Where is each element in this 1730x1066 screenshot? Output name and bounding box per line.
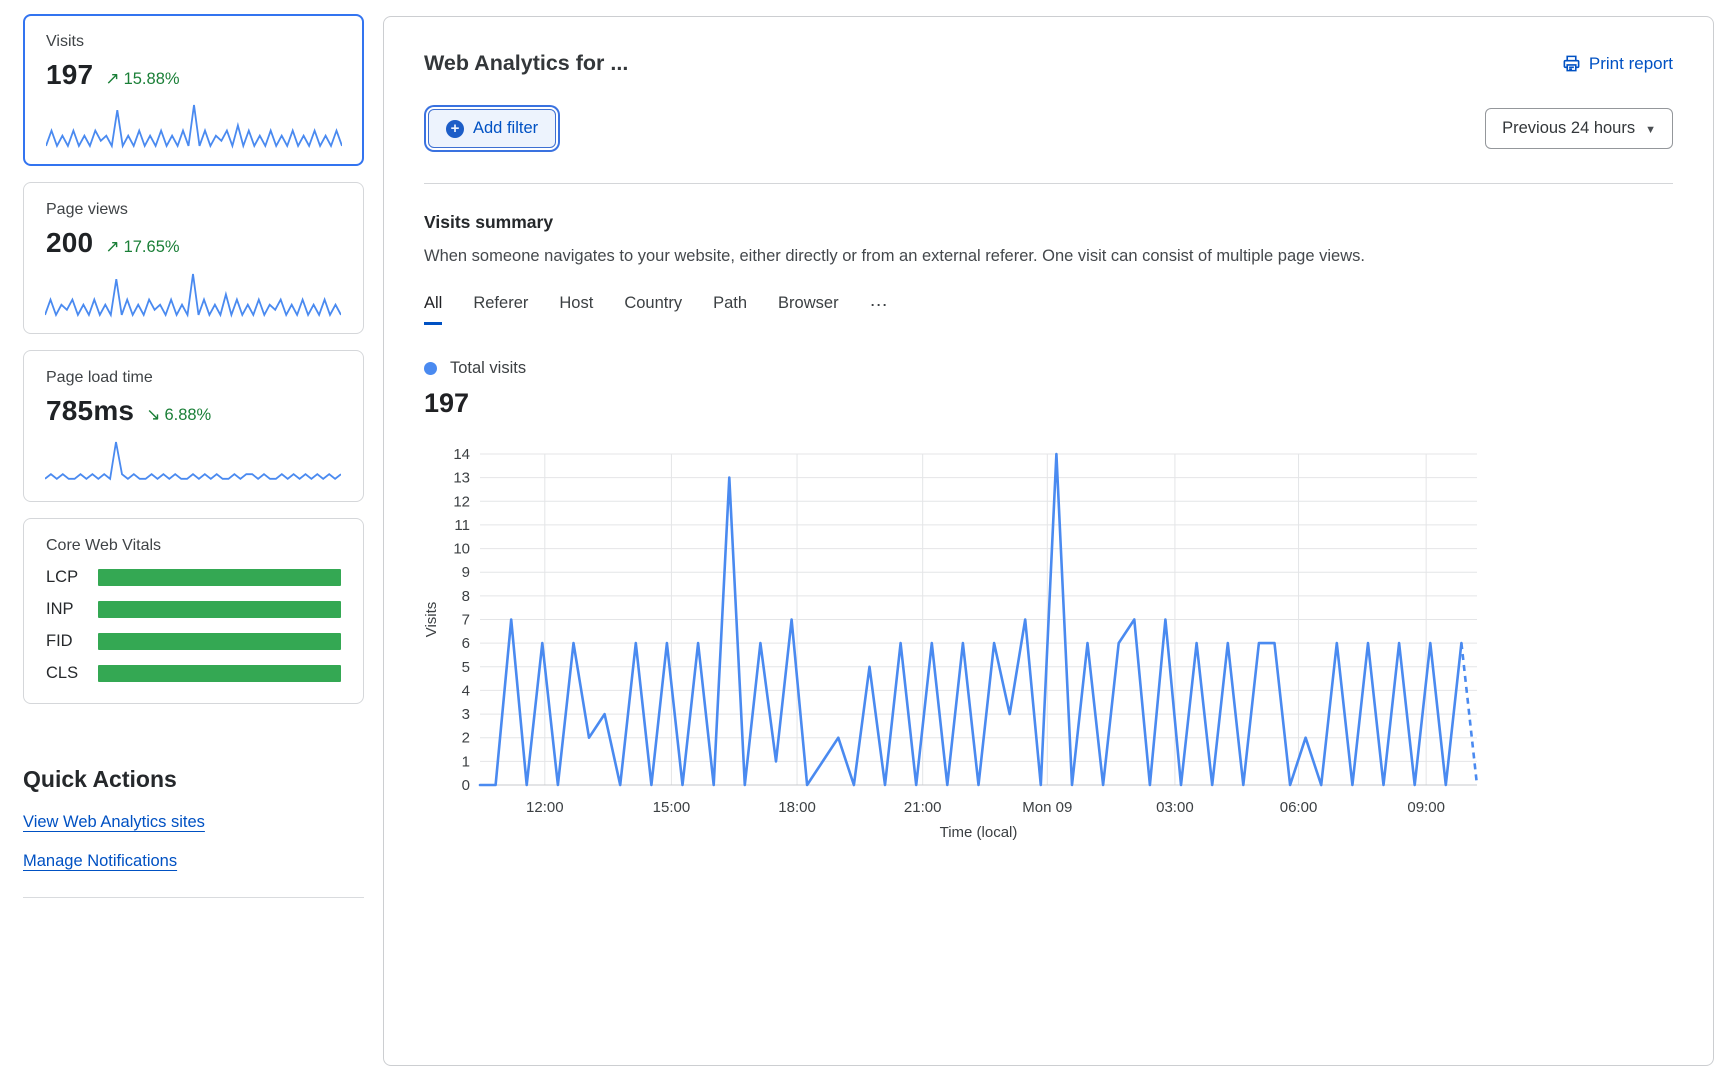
total-visits-value: 197 <box>424 388 1673 419</box>
svg-text:1: 1 <box>462 753 470 770</box>
metric-value: 785ms <box>46 395 134 427</box>
cwv-row-lcp: LCP <box>46 568 341 587</box>
svg-text:09:00: 09:00 <box>1407 799 1445 816</box>
svg-text:03:00: 03:00 <box>1156 799 1194 816</box>
svg-text:06:00: 06:00 <box>1280 799 1318 816</box>
web-analytics-panel: Web Analytics for ... Print report + Add… <box>383 16 1714 1066</box>
tab-path[interactable]: Path <box>713 294 747 325</box>
visits-sparkline <box>46 102 342 154</box>
visits-summary-section: Visits summary When someone navigates to… <box>384 184 1713 856</box>
tab-browser[interactable]: Browser <box>778 294 839 325</box>
print-report-label: Print report <box>1589 54 1673 74</box>
add-filter-label: Add filter <box>473 119 538 138</box>
metric-label: Visits <box>46 33 341 51</box>
divider <box>23 897 364 898</box>
cwv-bar-good <box>98 601 341 618</box>
section-description: When someone navigates to your website, … <box>424 247 1673 266</box>
svg-text:15:00: 15:00 <box>653 799 691 816</box>
svg-text:12:00: 12:00 <box>526 799 564 816</box>
section-title: Visits summary <box>424 212 1673 233</box>
tab-referer[interactable]: Referer <box>473 294 528 325</box>
svg-text:Visits: Visits <box>423 602 440 638</box>
cwv-row-inp: INP <box>46 600 341 619</box>
metric-change: ↗17.65% <box>105 237 179 257</box>
svg-text:2: 2 <box>462 730 470 747</box>
visits-line-chart: 0123456789101112131412:0015:0018:0021:00… <box>422 441 1515 851</box>
page-title: Web Analytics for ... <box>424 51 628 76</box>
svg-text:13: 13 <box>453 470 470 487</box>
legend-label: Total visits <box>450 359 526 378</box>
cwv-bar-good <box>98 665 341 682</box>
time-range-dropdown[interactable]: Previous 24 hours ▼ <box>1485 108 1673 149</box>
svg-text:0: 0 <box>462 777 470 794</box>
cwv-row-cls: CLS <box>46 664 341 683</box>
dimension-tabs: All Referer Host Country Path Browser ⋯ <box>424 294 1673 325</box>
svg-text:5: 5 <box>462 659 470 676</box>
metric-card-page-views[interactable]: Page views 200 ↗17.65% <box>23 182 364 334</box>
chevron-down-icon: ▼ <box>1645 124 1656 136</box>
metric-label: Page load time <box>46 369 341 387</box>
cwv-bar-good <box>98 569 341 586</box>
quick-actions-title: Quick Actions <box>23 766 364 793</box>
quick-actions-section: Quick Actions View Web Analytics sites M… <box>23 766 364 898</box>
tab-country[interactable]: Country <box>624 294 682 325</box>
svg-text:7: 7 <box>462 612 470 629</box>
chart-legend: Total visits <box>424 359 1673 378</box>
printer-icon <box>1562 54 1581 73</box>
trend-up-icon: ↗ <box>105 237 119 256</box>
core-web-vitals-title: Core Web Vitals <box>46 537 341 555</box>
cwv-label: CLS <box>46 664 98 683</box>
visits-chart-container: 0123456789101112131412:0015:0018:0021:00… <box>422 441 1673 856</box>
metric-card-page-load-time[interactable]: Page load time 785ms ↘6.88% <box>23 350 364 502</box>
metric-label: Page views <box>46 201 341 219</box>
svg-text:Time (local): Time (local) <box>940 824 1018 841</box>
svg-text:8: 8 <box>462 588 470 605</box>
more-tabs-button[interactable]: ⋯ <box>870 295 890 325</box>
manage-notifications-link[interactable]: Manage Notifications <box>23 852 177 871</box>
tab-all[interactable]: All <box>424 294 442 325</box>
page-views-sparkline <box>45 271 341 323</box>
metric-change: ↘6.88% <box>146 405 211 425</box>
svg-text:21:00: 21:00 <box>904 799 942 816</box>
legend-dot-icon <box>424 362 437 375</box>
sidebar: Visits 197 ↗15.88% Page views 200 ↗17.65… <box>23 14 364 898</box>
add-filter-button[interactable]: + Add filter <box>428 109 556 148</box>
svg-text:4: 4 <box>462 682 470 699</box>
cwv-row-fid: FID <box>46 632 341 651</box>
trend-up-icon: ↗ <box>105 69 119 88</box>
tab-host[interactable]: Host <box>559 294 593 325</box>
page-load-sparkline <box>45 439 341 491</box>
cwv-label: INP <box>46 600 98 619</box>
metric-value: 200 <box>46 227 93 259</box>
view-web-analytics-sites-link[interactable]: View Web Analytics sites <box>23 813 205 832</box>
cwv-label: LCP <box>46 568 98 587</box>
core-web-vitals-card: Core Web Vitals LCP INP FID CLS <box>23 518 364 704</box>
metric-value: 197 <box>46 59 93 91</box>
svg-text:Mon 09: Mon 09 <box>1022 799 1072 816</box>
panel-header: Web Analytics for ... Print report + Add… <box>384 17 1713 184</box>
svg-text:14: 14 <box>453 446 470 463</box>
svg-text:18:00: 18:00 <box>778 799 816 816</box>
metric-change: ↗15.88% <box>105 69 179 89</box>
plus-circle-icon: + <box>446 120 464 138</box>
print-report-button[interactable]: Print report <box>1562 54 1673 74</box>
svg-text:3: 3 <box>462 706 470 723</box>
svg-text:12: 12 <box>453 493 470 510</box>
cwv-bar-good <box>98 633 341 650</box>
svg-text:11: 11 <box>454 517 470 534</box>
time-range-label: Previous 24 hours <box>1502 119 1635 138</box>
svg-text:6: 6 <box>462 635 470 652</box>
cwv-label: FID <box>46 632 98 651</box>
svg-text:10: 10 <box>453 541 470 558</box>
trend-down-icon: ↘ <box>146 405 160 424</box>
metric-card-visits[interactable]: Visits 197 ↗15.88% <box>23 14 364 166</box>
svg-text:9: 9 <box>462 564 470 581</box>
